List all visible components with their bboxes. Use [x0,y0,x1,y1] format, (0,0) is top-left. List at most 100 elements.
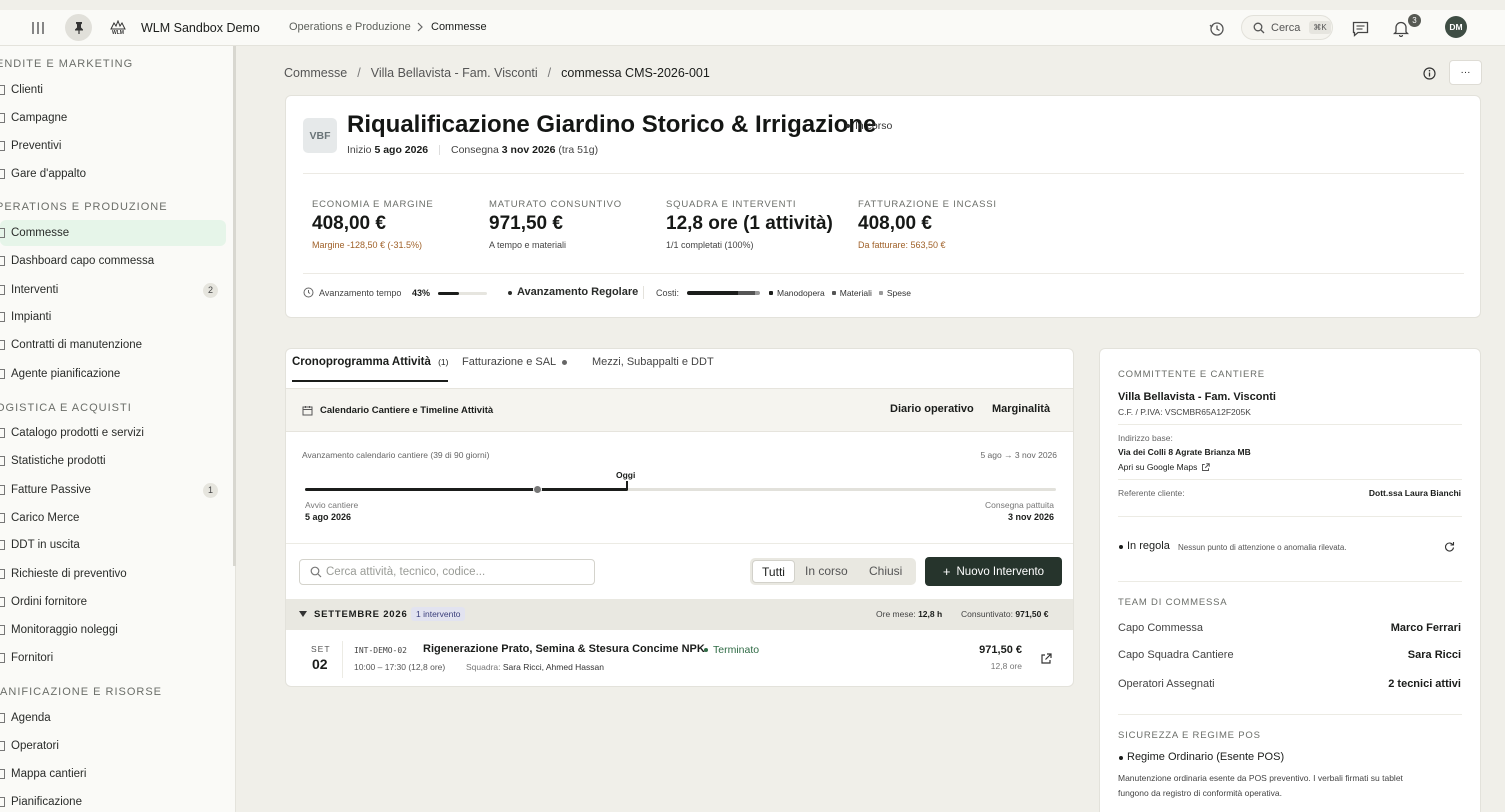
filter-closed[interactable]: Chiusi [869,564,902,578]
sidebar-item-pianificazione[interactable]: Pianificazione [0,789,226,812]
breadcrumb-page[interactable]: Commesse [431,21,487,33]
intervention-row[interactable]: SET 02 INT-DEMO-02 Rigenerazione Prato, … [286,631,1073,686]
kpi-label: SQUADRA E INTERVENTI [666,199,797,210]
tab-cronoprogramma[interactable]: Cronoprogramma Attività (1) [292,349,449,382]
kpi-fatturazione: FATTURAZIONE E INCASSI 408,00 € Da fattu… [858,199,997,250]
calendar-icon [302,405,313,416]
more-icon: ··· [1460,67,1471,78]
capo-value: Marco Ferrari [1390,622,1461,634]
collapse-triangle-icon[interactable] [299,610,307,618]
messages-icon[interactable] [1351,19,1370,38]
sidebar-item-label: Statistiche prodotti [11,455,106,467]
breadcrumb-item[interactable]: Commesse [284,66,347,80]
month-count-badge: 1 intervento [411,607,466,621]
sidebar-item-noleggi[interactable]: Monitoraggio noleggi [0,617,226,643]
avatar[interactable]: DM [1445,16,1467,38]
sidebar-item-label: Campagne [11,112,68,124]
cons-value: 971,50 € [1015,609,1049,619]
sidebar-item-agenda[interactable]: Agenda [0,705,226,731]
costs-label: Costi: [656,288,680,298]
breadcrumb-separator: / [357,66,361,80]
marginalita-button[interactable]: Marginalità [992,403,1050,415]
sidebar-item-gare[interactable]: Gare d'appalto [0,161,226,187]
chevron-right-icon [415,22,425,32]
search-input[interactable]: Cerca attività, tecnico, codice... [299,559,595,585]
maps-link[interactable]: Apri su Google Maps [1118,462,1211,472]
kpi-sub: Da fatturare: 563,50 € [858,240,946,250]
team-value: Sara Ricci, Ahmed Hassan [502,662,604,672]
sidebar-item-preventivi[interactable]: Preventivi [0,133,226,159]
squadra-value: Sara Ricci [1407,649,1461,661]
month-group-header[interactable]: SETTEMBRE 2026 1 intervento Ore mese: 12… [286,599,1073,630]
new-intervention-button[interactable]: + Nuovo Intervento [925,557,1062,586]
header-card: VBF Riqualificazione Giardino Storico & … [285,95,1481,318]
refresh-icon[interactable] [1444,541,1455,552]
sidebar-item-clienti[interactable]: Clienti [0,77,226,103]
filter-all[interactable]: Tutti [752,560,795,583]
section-title: TEAM DI COMMESSA [1118,597,1228,608]
tab-dot [562,359,568,365]
end-suffix: (tra 51g) [558,144,599,156]
operatori-label: Operatori Assegnati [1118,678,1215,690]
search-button[interactable]: Cerca ⌘K [1241,15,1333,40]
more-button[interactable]: ··· [1449,60,1482,85]
intervention-amount: 971,50 € [979,644,1022,656]
sidebar-item-impianti[interactable]: Impianti [0,304,226,330]
month-name: SETTEMBRE 2026 [314,609,408,620]
sidebar-item-label: Richieste di preventivo [11,568,127,580]
sidebar-scrollbar[interactable] [233,46,236,566]
client-name[interactable]: Villa Bellavista - Fam. Visconti [1118,391,1276,403]
tab-fatturazione[interactable]: Fatturazione e SAL [462,356,568,368]
tab-mezzi[interactable]: Mezzi, Subappalti e DDT [592,356,714,368]
pos-note-2: fungono da registro di conformità operat… [1118,788,1282,798]
month-hours: Ore mese: 12,8 h [876,609,942,619]
search-shortcut: ⌘K [1309,21,1331,34]
costs-bar [687,291,760,295]
sidebar-item-campagne[interactable]: Campagne [0,105,226,131]
status-dot [1119,545,1123,549]
sidebar-item-contratti[interactable]: Contratti di manutenzione [0,332,226,358]
sidebar-item-dashboard[interactable]: Dashboard capo commessa [0,248,226,274]
sidebar-section-title: IANIFICAZIONE E RISORSE [0,686,163,698]
kpi-value: 408,00 € [858,213,932,234]
external-link-icon[interactable] [1040,653,1052,665]
filter-open[interactable]: In corso [805,564,848,578]
list-icon [0,369,5,379]
breadcrumb-section[interactable]: Operations e Produzione [289,21,411,33]
sidebar-item-interventi[interactable]: Interventi 2 [0,277,226,303]
sidebar-item-richieste[interactable]: Richieste di preventivo [0,561,226,587]
plus-icon: + [942,564,951,579]
today-label: Oggi [616,470,636,480]
search-placeholder: Cerca attività, tecnico, codice... [326,566,486,578]
end-date: 3 nov 2026 [501,144,556,156]
sidebar-item-fornitori[interactable]: Fornitori [0,645,226,671]
kpi-sub: Margine -128,50 € (-31.5%) [312,240,423,250]
history-icon[interactable] [1208,20,1226,38]
sidebar-item-fatture[interactable]: Fatture Passive 1 [0,477,226,503]
sidebar-item-catalogo[interactable]: Catalogo prodotti e servizi [0,420,226,446]
sidebar-item-statistiche[interactable]: Statistiche prodotti [0,448,226,474]
sidebar-item-carico[interactable]: Carico Merce [0,505,226,531]
sidebar-item-operatori[interactable]: Operatori [0,733,226,759]
kpi-sub: 1/1 completati (100%) [666,240,754,250]
pin-icon[interactable] [65,14,92,41]
diario-button[interactable]: Diario operativo [890,403,974,415]
time-progress-pct: 43% [412,288,431,298]
time-progress-bar [438,292,487,295]
divider [1118,714,1462,715]
info-icon[interactable] [1422,66,1436,80]
end-label: Consegna [450,144,499,156]
sidebar-item-commesse[interactable]: Commesse [0,220,226,246]
divider [1118,581,1462,582]
breadcrumb-item[interactable]: Villa Bellavista - Fam. Visconti [371,66,538,80]
timeline-handle[interactable] [533,485,542,494]
sidebar-item-ddt[interactable]: DDT in uscita [0,532,226,558]
menu-icon[interactable] [30,20,46,36]
status-dot [846,124,850,128]
intervention-status: Terminato [704,644,759,656]
legend-label: Materiali [839,288,872,298]
clock-icon [303,287,314,298]
sidebar-item-agente[interactable]: Agente pianificazione [0,361,226,387]
sidebar-item-ordini[interactable]: Ordini fornitore [0,589,226,615]
sidebar-item-mappa[interactable]: Mappa cantieri [0,761,226,787]
